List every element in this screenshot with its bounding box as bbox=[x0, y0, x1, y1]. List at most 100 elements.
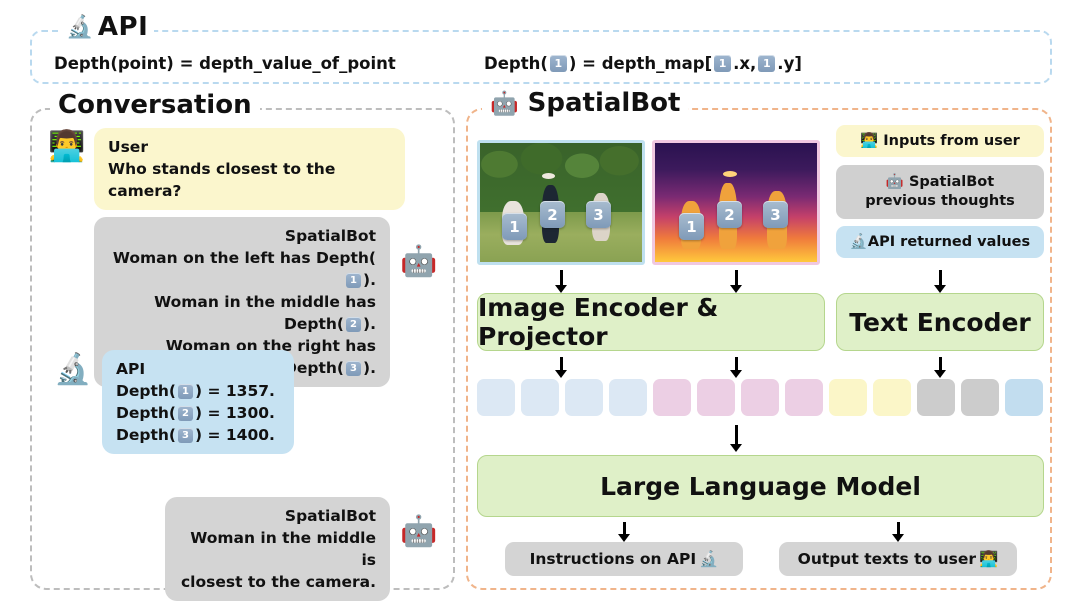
depth-marker-1: 1 bbox=[679, 213, 704, 240]
marker-chip-2: 2 bbox=[346, 317, 361, 332]
message-api-line-2: Depth(2) = 1300. bbox=[116, 402, 280, 424]
token-8 bbox=[829, 379, 867, 416]
legend-api-returned-values: 🔬API returned values bbox=[836, 226, 1044, 258]
marker-chip-3: 3 bbox=[178, 428, 193, 443]
rgb-marker-2: 2 bbox=[540, 201, 565, 228]
line3-post: ). bbox=[363, 359, 376, 377]
message-bot2-line-2: closest to the camera. bbox=[179, 571, 376, 593]
api-formula-right: Depth( 1 ) = depth_map[ 1 .x, 1 .y] bbox=[484, 54, 802, 73]
robot-icon: 🤖 bbox=[490, 90, 519, 117]
marker-chip-3: 3 bbox=[346, 361, 361, 376]
arrow-llm-to-output-texts bbox=[897, 522, 900, 535]
token-9 bbox=[873, 379, 911, 416]
person-with-laptop-icon: 👨‍💻 bbox=[979, 550, 998, 568]
apiline3-post: ) = 1400. bbox=[195, 426, 275, 444]
message-bot2-speaker: SpatialBot bbox=[179, 505, 376, 527]
token-4 bbox=[653, 379, 691, 416]
apiline2-post: ) = 1300. bbox=[195, 404, 275, 422]
message-api-line-3: Depth(3) = 1400. bbox=[116, 424, 280, 446]
rgb-marker-1: 1 bbox=[502, 213, 527, 240]
message-bot-answer: SpatialBot Woman in the middle is closes… bbox=[165, 497, 390, 601]
message-bot-line-1: Woman on the left has Depth( 1). bbox=[108, 247, 376, 291]
output-texts-label: Output texts to user bbox=[798, 550, 976, 568]
arrow-tokens-to-llm bbox=[735, 425, 738, 445]
user-avatar: 👨‍💻 bbox=[48, 132, 85, 162]
depth-marker-2: 2 bbox=[717, 201, 742, 228]
apiline1-post: ) = 1357. bbox=[195, 382, 275, 400]
marker-chip-1b: 1 bbox=[714, 55, 731, 72]
api-banner-title: 🔬 API bbox=[60, 12, 154, 42]
message-bot2-line-1: Woman in the middle is bbox=[179, 527, 376, 571]
message-user: User Who stands closest to the camera? bbox=[94, 128, 405, 210]
token-5 bbox=[697, 379, 735, 416]
message-api-line-1: Depth(1) = 1357. bbox=[116, 380, 280, 402]
api-formula-right-mid: ) = depth_map[ bbox=[569, 54, 712, 73]
arrow-llm-to-instructions bbox=[623, 522, 626, 535]
legend-thoughts-content: 🤖 SpatialBot previous thoughts bbox=[865, 173, 1015, 211]
arrow-depth-to-image-encoder bbox=[735, 270, 738, 286]
microscope-icon: 🔬 bbox=[850, 233, 868, 252]
token-2 bbox=[565, 379, 603, 416]
message-user-speaker: User bbox=[108, 136, 391, 158]
legend-thoughts-label1: SpatialBot bbox=[909, 174, 994, 190]
text-encoder-box: Text Encoder bbox=[836, 293, 1044, 351]
api-formula-left: Depth(point) = depth_value_of_point bbox=[54, 54, 396, 73]
depth-image-thumbnail: 1 2 3 bbox=[652, 140, 820, 265]
api-formula-right-xsuffix: .x, bbox=[733, 54, 756, 73]
output-texts-to-user-box: Output texts to user👨‍💻 bbox=[779, 542, 1017, 576]
apiline3-pre: Depth( bbox=[116, 426, 176, 444]
token-10 bbox=[917, 379, 955, 416]
token-3 bbox=[609, 379, 647, 416]
frisbee-shape bbox=[542, 173, 555, 179]
api-formula-right-ysuffix: .y] bbox=[777, 54, 802, 73]
api-title-text: API bbox=[98, 12, 148, 42]
figure-root: 🔬 API Depth(point) = depth_value_of_poin… bbox=[0, 0, 1080, 610]
depth-marker-3: 3 bbox=[763, 201, 788, 228]
arrow-image-encoder-to-tokens-2 bbox=[735, 357, 738, 371]
marker-chip-1c: 1 bbox=[758, 55, 775, 72]
arrow-text-encoder-to-tokens bbox=[939, 357, 942, 371]
legend-api-label: API returned values bbox=[868, 233, 1030, 252]
microscope-icon: 🔬 bbox=[66, 15, 94, 40]
legend-thoughts-row1: 🤖 SpatialBot bbox=[865, 173, 1015, 192]
marker-chip-1: 1 bbox=[550, 55, 567, 72]
marker-chip-2: 2 bbox=[178, 406, 193, 421]
marker-chip-1: 1 bbox=[346, 273, 361, 288]
large-language-model-box: Large Language Model bbox=[477, 455, 1044, 517]
spatialbot-title-text: SpatialBot bbox=[528, 88, 681, 118]
line1-post: ). bbox=[363, 271, 376, 289]
legend-previous-thoughts: 🤖 SpatialBot previous thoughts bbox=[836, 165, 1044, 219]
token-0 bbox=[477, 379, 515, 416]
message-api-speaker: API bbox=[116, 358, 280, 380]
image-encoder-box: Image Encoder & Projector bbox=[477, 293, 825, 351]
spatialbot-title: 🤖 SpatialBot bbox=[482, 88, 688, 118]
message-bot-speaker: SpatialBot bbox=[108, 225, 376, 247]
apiline1-pre: Depth( bbox=[116, 382, 176, 400]
robot-icon: 🤖 bbox=[886, 174, 904, 190]
message-bot-line-2: Woman in the middle has Depth(2). bbox=[108, 291, 376, 335]
microscope-icon: 🔬 bbox=[699, 550, 718, 568]
bot-avatar-1: 🤖 bbox=[400, 247, 437, 277]
line2-post: ). bbox=[363, 315, 376, 333]
arrow-image-encoder-to-tokens bbox=[560, 357, 563, 371]
token-1 bbox=[521, 379, 559, 416]
api-banner: 🔬 API Depth(point) = depth_value_of_poin… bbox=[30, 30, 1052, 84]
token-12 bbox=[1005, 379, 1043, 416]
conversation-title: Conversation bbox=[50, 90, 260, 120]
api-avatar: 🔬 bbox=[54, 355, 91, 385]
person-with-laptop-icon: 👨‍💻 bbox=[860, 132, 878, 151]
token-6 bbox=[741, 379, 779, 416]
arrow-rgb-to-image-encoder bbox=[560, 270, 563, 286]
token-7 bbox=[785, 379, 823, 416]
legend-inputs-from-user: 👨‍💻 Inputs from user bbox=[836, 125, 1044, 157]
instructions-on-api-box: Instructions on API🔬 bbox=[505, 542, 743, 576]
instructions-label: Instructions on API bbox=[530, 550, 697, 568]
token-11 bbox=[961, 379, 999, 416]
legend-thoughts-label2: previous thoughts bbox=[865, 192, 1015, 211]
message-user-text: Who stands closest to the camera? bbox=[108, 158, 391, 202]
line1-pre: Woman on the left has Depth( bbox=[113, 249, 376, 267]
legend-inputs-label: Inputs from user bbox=[883, 132, 1020, 151]
rgb-marker-3: 3 bbox=[586, 201, 611, 228]
marker-chip-1: 1 bbox=[178, 384, 193, 399]
message-api-values: API Depth(1) = 1357. Depth(2) = 1300. De… bbox=[102, 350, 294, 454]
